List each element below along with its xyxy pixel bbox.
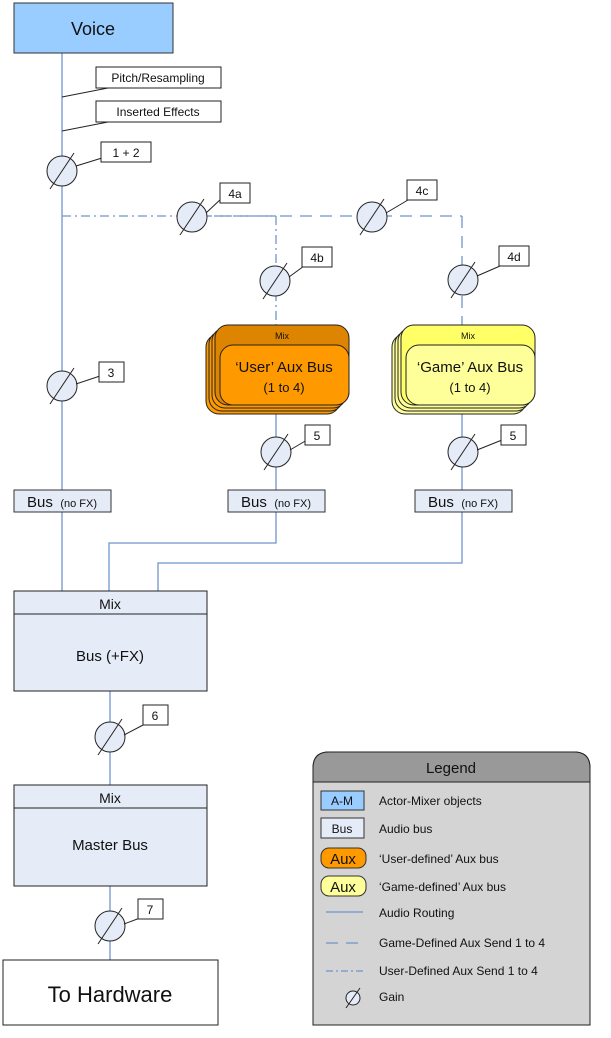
- inserted-label: Inserted Effects: [116, 105, 199, 119]
- gain-3-label: 3: [108, 366, 115, 380]
- bus-label: Bus: [27, 494, 53, 511]
- legend-label: User-Defined Aux Send 1 to 4: [379, 964, 538, 978]
- audio-routing-diagram: Voice Pitch/Resampling Inserted Effects …: [2, 2, 591, 1026]
- gain-6-label: 6: [152, 709, 159, 723]
- gain-icon: [176, 198, 208, 236]
- game-aux-range: (1 to 4): [449, 380, 490, 395]
- game-aux-mix-label: Mix: [461, 331, 475, 341]
- pitch-label: Pitch/Resampling: [111, 71, 204, 85]
- gain-5-user-label: 5: [314, 429, 321, 443]
- gain-icon: [259, 262, 291, 300]
- legend-swatch-bus: Bus: [320, 817, 365, 839]
- user-aux-range: (1 to 4): [263, 380, 304, 395]
- bus-suffix: (no FX): [274, 498, 311, 510]
- bus-fx-label: Bus (+FX): [76, 648, 144, 665]
- voice-label: Voice: [71, 19, 115, 39]
- pitch-callout-line: [61, 87, 109, 98]
- bus-fx-node: Mix Bus (+FX): [13, 590, 208, 692]
- bus-suffix: (no FX): [461, 498, 498, 510]
- user-aux-bus-node: Mix ‘User’ Aux Bus (1 to 4): [205, 324, 350, 415]
- gain-4b: 4b: [259, 246, 333, 300]
- bus-nofx-game: Bus (no FX): [414, 489, 513, 513]
- svg-text:Aux: Aux: [330, 851, 356, 868]
- inserted-callout-line: [61, 121, 109, 132]
- legend-label: ‘Game-defined’ Aux bus: [379, 880, 506, 894]
- user-bus-to-mix-line: [108, 512, 277, 591]
- gain-7: 7: [94, 898, 164, 945]
- game-bus-to-mix-line: [157, 512, 463, 591]
- gain-1-2-label: 1 + 2: [112, 146, 139, 160]
- legend-label: Game-Defined Aux Send 1 to 4: [379, 936, 545, 950]
- legend-swatch-user-aux: Aux: [320, 847, 367, 869]
- legend-label: Gain: [379, 990, 404, 1004]
- gain-4c: 4c: [356, 179, 438, 236]
- gain-icon: [94, 718, 126, 756]
- game-aux-send-lines: [200, 215, 463, 326]
- bus-nofx-main: Bus (no FX): [13, 489, 112, 513]
- gain-4b-label: 4b: [310, 251, 324, 265]
- bus-suffix: (no FX): [60, 498, 97, 510]
- master-label: Master Bus: [72, 837, 148, 854]
- gain-6: 6: [94, 704, 169, 756]
- bus-label: Bus: [428, 494, 454, 511]
- hardware-label: To Hardware: [48, 982, 173, 1007]
- gain-icon: [94, 907, 126, 945]
- master-mix-label: Mix: [99, 790, 121, 806]
- legend-label: Audio bus: [379, 822, 432, 836]
- master-bus-node: Mix Master Bus: [13, 784, 208, 887]
- gain-4d: 4d: [447, 245, 530, 299]
- gain-5-user: 5: [260, 424, 331, 471]
- user-aux-send-lines: [62, 215, 277, 326]
- game-aux-title: ‘Game’ Aux Bus: [417, 359, 523, 376]
- gain-icon: [447, 433, 479, 471]
- gain-4c-label: 4c: [416, 184, 429, 198]
- gain-4a: 4a: [176, 182, 251, 236]
- gain-5-game: 5: [447, 424, 527, 471]
- gain-4d-label: 4d: [507, 250, 520, 264]
- svg-text:Aux: Aux: [330, 879, 356, 896]
- legend-swatch-game-aux: Aux: [320, 875, 367, 897]
- bus-fx-mix-label: Mix: [99, 596, 121, 612]
- gain-7-label: 7: [147, 903, 154, 917]
- gain-icon: [46, 367, 78, 405]
- gain-icon: [447, 261, 479, 299]
- gain-5-game-label: 5: [510, 429, 517, 443]
- legend: Legend A-M Bus Aux Aux Actor-Mixer objec…: [312, 751, 591, 1026]
- gain-icon: [46, 152, 78, 190]
- legend-label: Actor-Mixer objects: [379, 794, 482, 808]
- user-aux-mix-label: Mix: [275, 331, 289, 341]
- gain-icon: [260, 433, 292, 471]
- hardware-node: To Hardware: [2, 959, 219, 1026]
- legend-swatch-actor-mixer: A-M: [320, 790, 365, 811]
- svg-text:A-M: A-M: [331, 794, 353, 808]
- legend-label: ‘User-defined’ Aux bus: [379, 852, 499, 866]
- bus-nofx-user: Bus (no FX): [227, 489, 326, 513]
- user-aux-title: ‘User’ Aux Bus: [235, 359, 333, 376]
- svg-text:Bus: Bus: [332, 822, 353, 836]
- legend-label: Audio Routing: [379, 906, 454, 920]
- gain-3: 3: [46, 361, 125, 405]
- bus-label: Bus: [241, 494, 267, 511]
- game-aux-bus-node: Mix ‘Game’ Aux Bus (1 to 4): [391, 324, 536, 415]
- gain-icon: [356, 198, 388, 236]
- gain-4a-label: 4a: [228, 187, 242, 201]
- legend-title: Legend: [426, 760, 476, 777]
